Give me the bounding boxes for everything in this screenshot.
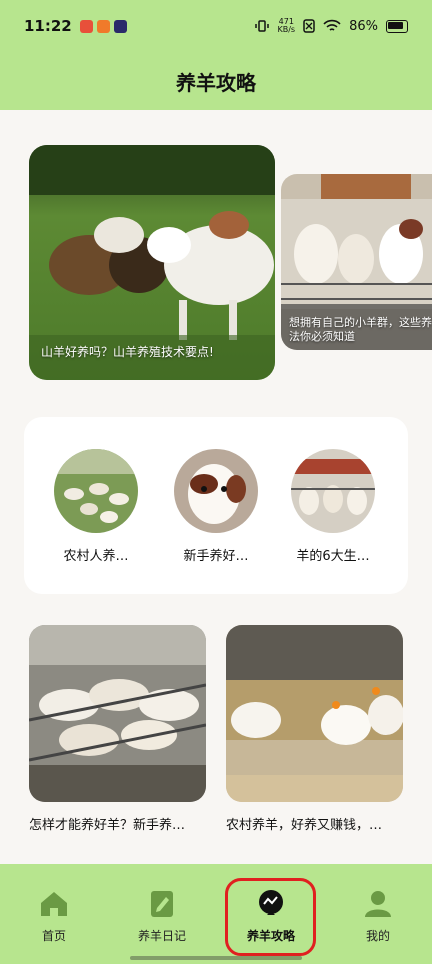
article-thumbnail	[29, 625, 206, 802]
topic-thumbnail	[291, 449, 375, 533]
network-speed: 471 KB/s	[277, 17, 296, 34]
article-title: 农村养羊，好养又赚钱，…	[226, 818, 383, 833]
tab-home[interactable]: 首页	[9, 888, 99, 944]
topic-item[interactable]: 农村人养…	[51, 449, 141, 564]
topic-label: 农村人养…	[63, 549, 129, 564]
tab-profile[interactable]: 我的	[333, 888, 423, 944]
tab-label: 养羊日记	[137, 929, 186, 943]
battery-icon	[386, 19, 408, 33]
home-icon	[41, 892, 67, 916]
article-title: 怎样才能养好羊？新手养…	[29, 818, 186, 833]
active-tab-highlight	[225, 878, 316, 956]
diary-icon	[151, 891, 173, 917]
status-bar: 11:22 471 KB/s 86%	[0, 0, 432, 52]
topic-thumbnail	[174, 449, 258, 533]
tab-label: 我的	[365, 929, 390, 943]
play-notification-icon	[113, 19, 127, 33]
app-notification-icon	[96, 19, 110, 33]
notification-icons	[79, 19, 127, 33]
banner-caption: 想拥有自己的小羊群，这些养 法你必须知道	[289, 316, 432, 343]
profile-icon	[365, 891, 391, 917]
topic-item[interactable]: 新手养好…	[171, 449, 261, 564]
featured-topics-card: 农村人养… 新手养好… 羊的6大生…	[24, 417, 408, 594]
banner-slide-goats[interactable]: 山羊好养吗？山羊养殖技术要点!	[29, 145, 275, 380]
bottom-tab-bar: 首页 养羊日记 养羊攻略 我的	[0, 864, 432, 964]
article-card[interactable]: 农村养羊，好养又赚钱，…	[226, 625, 403, 833]
home-indicator[interactable]	[130, 956, 302, 960]
battery-percent: 86%	[349, 18, 378, 34]
banner-caption: 山羊好养吗？山羊养殖技术要点!	[41, 345, 214, 359]
tab-label: 首页	[41, 929, 66, 943]
topic-item[interactable]: 羊的6大生…	[288, 449, 378, 564]
app-header: 养羊攻略	[0, 52, 432, 110]
wifi-icon	[323, 19, 341, 31]
article-thumbnail	[226, 625, 403, 802]
sim-icon	[303, 19, 315, 33]
tab-diary[interactable]: 养羊日记	[117, 888, 207, 944]
topic-label: 羊的6大生…	[296, 549, 370, 564]
topic-thumbnail	[54, 449, 138, 533]
article-card[interactable]: 怎样才能养好羊？新手养…	[29, 625, 206, 833]
page-title: 养羊攻略	[176, 70, 256, 95]
topic-label: 新手养好…	[183, 549, 249, 564]
vibrate-icon	[255, 20, 270, 32]
status-time: 11:22	[24, 17, 72, 35]
app-notification-icon	[79, 19, 93, 33]
banner-slide-lambs[interactable]: 想拥有自己的小羊群，这些养 法你必须知道	[281, 174, 432, 350]
